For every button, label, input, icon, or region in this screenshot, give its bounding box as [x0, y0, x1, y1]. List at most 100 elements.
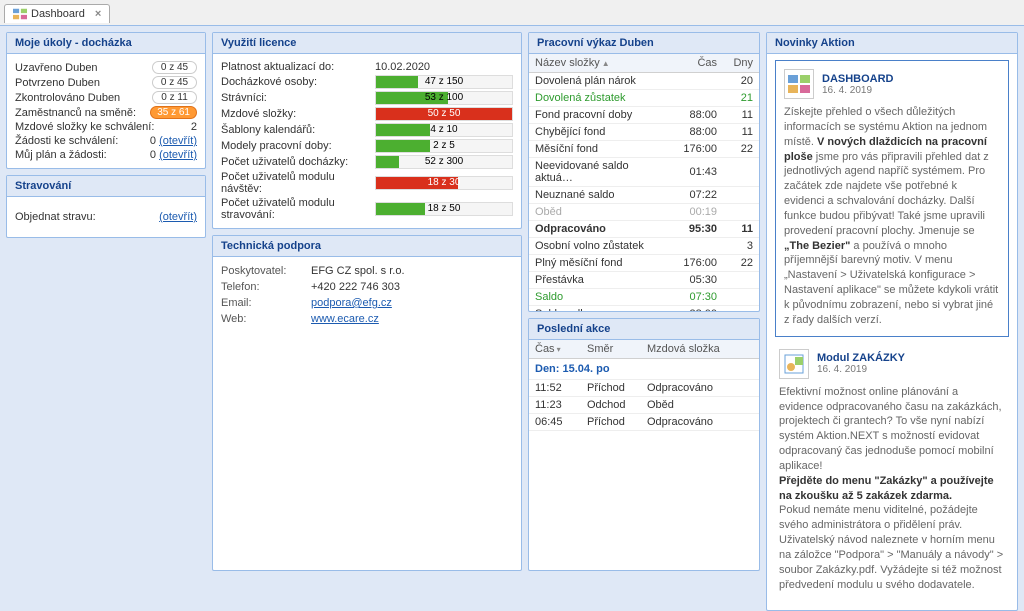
action-row[interactable]: 06:45 Příchod Odpracováno — [529, 414, 759, 431]
task-badge: 0 z 45 — [152, 61, 197, 74]
license-bar-text: 52 z 300 — [376, 156, 512, 168]
action-comp: Odpracováno — [641, 414, 759, 431]
action-time: 11:52 — [529, 380, 581, 397]
worklog-time: 05:30 — [673, 272, 723, 289]
worklog-row[interactable]: Oběd 00:19 — [529, 204, 759, 221]
worklog-row[interactable]: Plný měsíční fond 176:00 22 — [529, 255, 759, 272]
task-badge: 35 z 61 — [150, 106, 197, 119]
worklog-name: Neevidované saldo aktuá… — [529, 158, 673, 187]
worklog-name: Chybějící fond — [529, 124, 673, 141]
license-bar: 52 z 300 — [375, 155, 513, 169]
support-link[interactable]: podpora@efg.cz — [311, 297, 392, 309]
license-bar-text: 2 z 5 — [376, 140, 512, 152]
license-bar: 18 z 50 — [375, 202, 513, 216]
action-row[interactable]: 11:23 Odchod Oběd — [529, 397, 759, 414]
task-label: Potvrzeno Duben — [15, 77, 152, 89]
license-date-label: Platnost aktualizací do: — [221, 61, 371, 73]
support-value: +420 222 746 303 — [311, 281, 400, 293]
license-bar: 4 z 10 — [375, 123, 513, 137]
worklog-th-name[interactable]: Název složky▲ — [529, 54, 673, 73]
worklog-row[interactable]: Neuznané saldo 07:22 — [529, 187, 759, 204]
license-label: Mzdové složky: — [221, 108, 371, 120]
actions-th-dir[interactable]: Směr — [581, 340, 641, 359]
license-bar-text: 47 z 150 — [376, 76, 512, 88]
worklog-time: 00:19 — [673, 204, 723, 221]
zadosti-open-link[interactable]: (otevřít) — [159, 135, 197, 147]
task-row: Uzavřeno Duben 0 z 45 — [15, 60, 197, 75]
worklog-days: 11 — [723, 107, 759, 124]
license-panel: Využití licence Platnost aktualizací do:… — [212, 32, 522, 229]
plan-value: 0 — [150, 149, 156, 161]
news2-date: 16. 4. 2019 — [817, 364, 905, 375]
license-bar-text: 18 z 30 — [376, 177, 512, 189]
task-row: Zaměstnanců na směně: 35 z 61 — [15, 105, 197, 120]
worklog-row[interactable]: Fond pracovní doby 88:00 11 — [529, 107, 759, 124]
worklog-days — [723, 158, 759, 187]
license-label: Počet uživatelů docházky: — [221, 156, 371, 168]
food-header: Stravování — [7, 176, 205, 197]
worklog-days: 20 — [723, 73, 759, 90]
task-label: Uzavřeno Duben — [15, 62, 152, 74]
worklog-days: 11 — [723, 221, 759, 238]
plan-open-link[interactable]: (otevřít) — [159, 149, 197, 161]
worklog-days — [723, 204, 759, 221]
mzdove-label: Mzdové složky ke schválení: — [15, 121, 191, 133]
license-bar: 18 z 30 — [375, 176, 513, 190]
worklog-name: Plný měsíční fond — [529, 255, 673, 272]
worklog-name: Měsíční fond — [529, 141, 673, 158]
zadosti-value: 0 — [150, 135, 156, 147]
support-label: Poskytovatel: — [221, 265, 311, 277]
tab-close-icon[interactable]: × — [95, 8, 101, 20]
worklog-row[interactable]: Dovolená zůstatek 21 — [529, 90, 759, 107]
dashboard-news-icon — [784, 69, 814, 99]
support-row: Telefon:+420 222 746 303 — [221, 279, 513, 295]
worklog-th-time[interactable]: Čas — [673, 54, 723, 73]
actions-th-comp[interactable]: Mzdová složka — [641, 340, 759, 359]
license-row: Modely pracovní doby: 2 z 5 — [221, 138, 513, 154]
action-dir: Příchod — [581, 380, 641, 397]
worklog-time: 88:00 — [673, 107, 723, 124]
news1-text: Získejte přehled o všech důležitých info… — [784, 105, 1000, 328]
worklog-row[interactable]: Saldo celkem 38:00 — [529, 306, 759, 312]
support-value: EFG CZ spol. s r.o. — [311, 265, 405, 277]
worklog-row[interactable]: Osobní volno zůstatek 3 — [529, 238, 759, 255]
worklog-row[interactable]: Dovolená plán nárok 20 — [529, 73, 759, 90]
worklog-time: 38:00 — [673, 306, 723, 312]
sort-asc-icon: ▲ — [602, 59, 610, 68]
worklog-row[interactable]: Přestávka 05:30 — [529, 272, 759, 289]
worklog-row[interactable]: Odpracováno 95:30 11 — [529, 221, 759, 238]
worklog-row[interactable]: Neevidované saldo aktuá… 01:43 — [529, 158, 759, 187]
food-open-link[interactable]: (otevřít) — [159, 211, 197, 223]
support-link[interactable]: www.ecare.cz — [311, 313, 379, 325]
license-row: Docházkové osoby: 47 z 150 — [221, 74, 513, 90]
support-row: Web:www.ecare.cz — [221, 311, 513, 327]
worklog-time — [673, 238, 723, 255]
worklog-row[interactable]: Saldo 07:30 — [529, 289, 759, 306]
tab-dashboard[interactable]: Dashboard × — [4, 4, 110, 23]
worklog-days: 21 — [723, 90, 759, 107]
worklog-days: 22 — [723, 255, 759, 272]
license-label: Počet uživatelů modulu návštěv: — [221, 171, 371, 195]
worklog-name: Neuznané saldo — [529, 187, 673, 204]
worklog-th-days[interactable]: Dny — [723, 54, 759, 73]
zadosti-label: Žádosti ke schválení: — [15, 135, 150, 147]
license-label: Počet uživatelů modulu stravování: — [221, 197, 371, 221]
action-row[interactable]: 11:52 Příchod Odpracováno — [529, 380, 759, 397]
sort-desc-icon: ▾ — [557, 345, 561, 354]
task-label: Zkontrolováno Duben — [15, 92, 152, 104]
worklog-days — [723, 272, 759, 289]
worklog-name: Oběd — [529, 204, 673, 221]
actions-th-time[interactable]: Čas▾ — [529, 340, 581, 359]
food-label: Objednat stravu: — [15, 211, 159, 223]
worklog-name: Dovolená plán nárok — [529, 73, 673, 90]
main-content: Moje úkoly - docházka Uzavřeno Duben 0 z… — [0, 26, 1024, 577]
license-date-value: 10.02.2020 — [375, 61, 430, 73]
worklog-name: Saldo — [529, 289, 673, 306]
task-row: Zkontrolováno Duben 0 z 11 — [15, 90, 197, 105]
support-label: Web: — [221, 313, 311, 325]
support-label: Email: — [221, 297, 311, 309]
worklog-row[interactable]: Měsíční fond 176:00 22 — [529, 141, 759, 158]
worklog-row[interactable]: Chybějící fond 88:00 11 — [529, 124, 759, 141]
task-badge: 0 z 45 — [152, 76, 197, 89]
license-bar-text: 53 z 100 — [376, 92, 512, 104]
